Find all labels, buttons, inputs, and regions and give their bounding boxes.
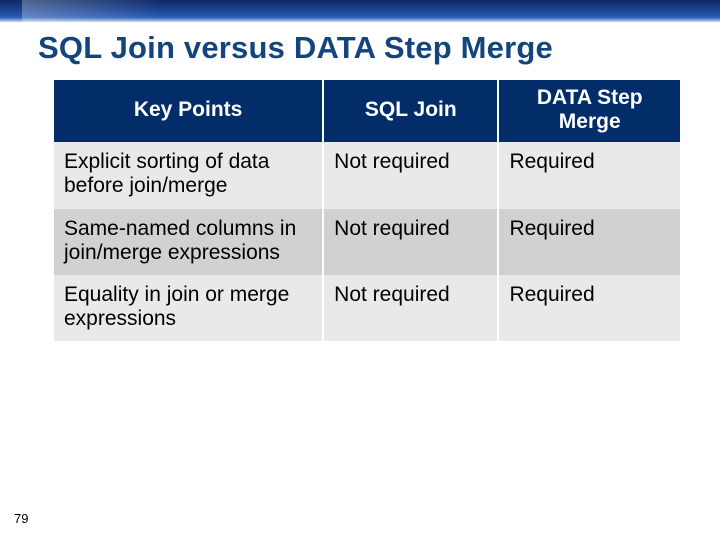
comparison-table-wrap: Key Points SQL Join DATA Step Merge Expl… <box>54 80 680 341</box>
cell-sql-join: Not required <box>323 142 498 208</box>
cell-data-step: Required <box>498 209 680 275</box>
cell-key-point: Equality in join or merge expressions <box>54 275 323 341</box>
slide-title: SQL Join versus DATA Step Merge <box>38 30 720 66</box>
table-row: Same-named columns in join/merge express… <box>54 209 680 275</box>
table-row: Equality in join or merge expressions No… <box>54 275 680 341</box>
slide-top-banner <box>0 0 720 22</box>
cell-data-step: Required <box>498 275 680 341</box>
page-number: 79 <box>14 511 28 526</box>
table-row: Explicit sorting of data before join/mer… <box>54 142 680 208</box>
comparison-table: Key Points SQL Join DATA Step Merge Expl… <box>54 80 680 341</box>
cell-sql-join: Not required <box>323 209 498 275</box>
col-header-key-points: Key Points <box>54 80 323 142</box>
cell-key-point: Explicit sorting of data before join/mer… <box>54 142 323 208</box>
col-header-sql-join: SQL Join <box>323 80 498 142</box>
cell-key-point: Same-named columns in join/merge express… <box>54 209 323 275</box>
cell-data-step: Required <box>498 142 680 208</box>
col-header-data-step: DATA Step Merge <box>498 80 680 142</box>
cell-sql-join: Not required <box>323 275 498 341</box>
table-header-row: Key Points SQL Join DATA Step Merge <box>54 80 680 142</box>
